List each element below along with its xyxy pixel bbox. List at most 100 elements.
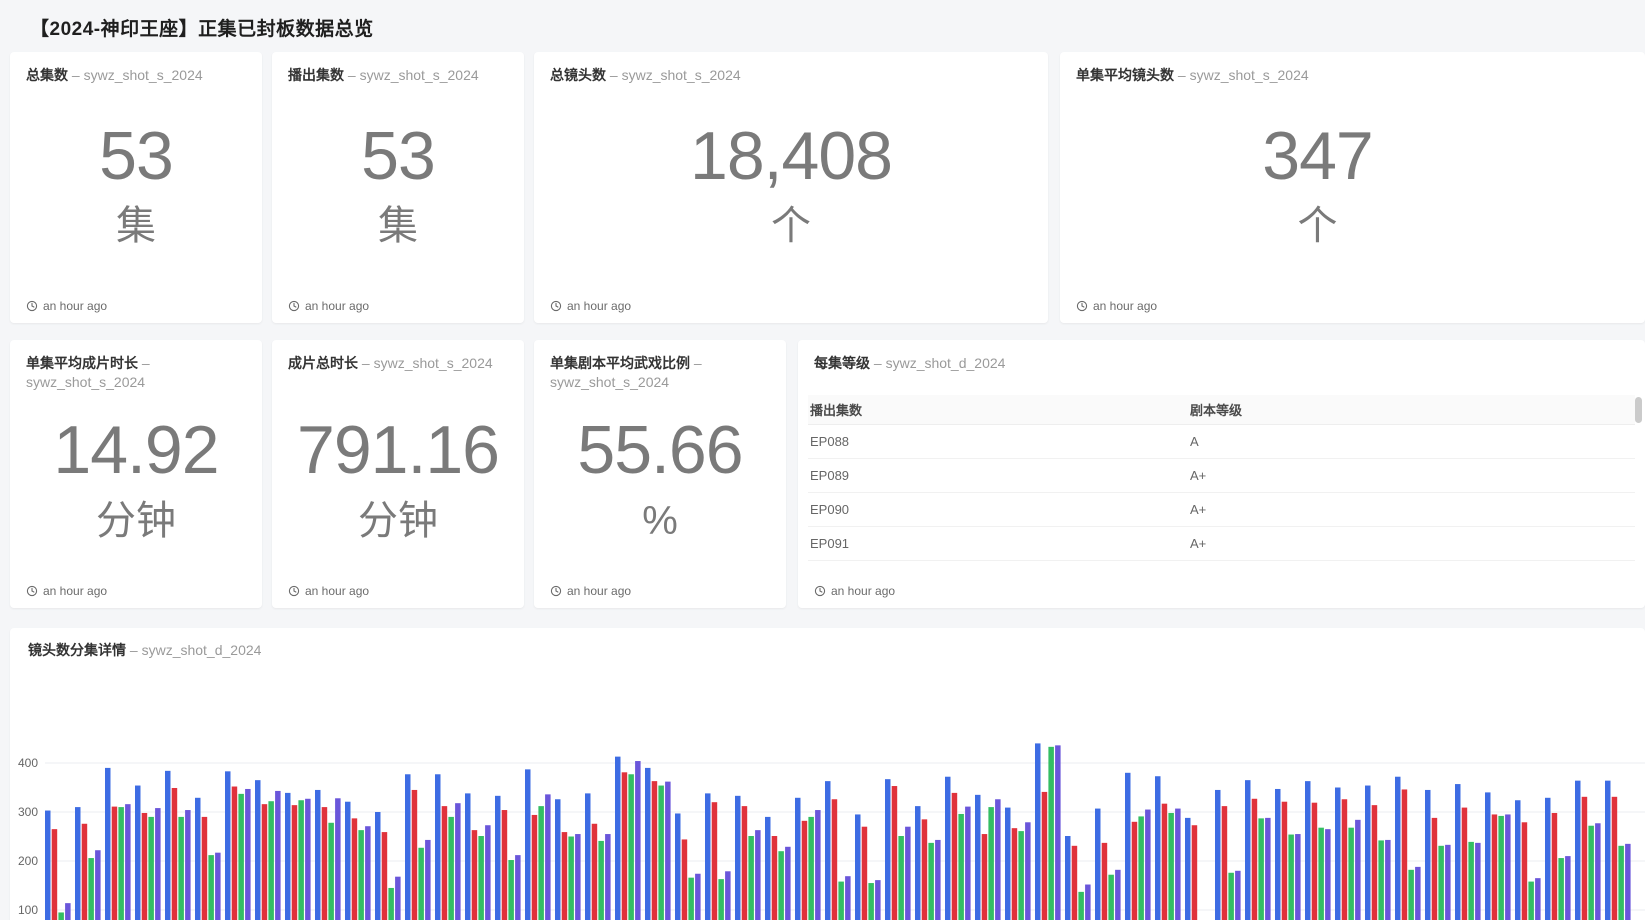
- table-scrollbar-thumb[interactable]: [1635, 397, 1642, 423]
- bar-red[interactable]: [322, 807, 328, 920]
- bar-blue[interactable]: [1245, 780, 1251, 920]
- bar-blue[interactable]: [1515, 800, 1521, 920]
- bar-green[interactable]: [448, 817, 454, 920]
- bar-red[interactable]: [502, 810, 508, 920]
- bar-red[interactable]: [82, 824, 88, 920]
- bar-red[interactable]: [1582, 797, 1588, 920]
- bar-blue[interactable]: [165, 771, 171, 920]
- bar-red[interactable]: [832, 799, 838, 920]
- bar-green[interactable]: [1018, 831, 1024, 920]
- bar-red[interactable]: [172, 788, 178, 920]
- bar-green[interactable]: [1588, 826, 1594, 920]
- bar-purple[interactable]: [1325, 829, 1331, 920]
- bar-blue[interactable]: [465, 793, 471, 920]
- bar-green[interactable]: [1108, 875, 1114, 920]
- bar-green[interactable]: [958, 814, 964, 920]
- bar-purple[interactable]: [1025, 822, 1031, 920]
- bar-blue[interactable]: [1395, 777, 1401, 920]
- bar-purple[interactable]: [1415, 867, 1421, 920]
- bar-red[interactable]: [532, 815, 538, 920]
- bar-purple[interactable]: [1055, 745, 1061, 920]
- bar-blue[interactable]: [1095, 809, 1101, 920]
- bar-red[interactable]: [262, 804, 268, 920]
- bar-red[interactable]: [1252, 799, 1258, 920]
- bar-blue[interactable]: [675, 813, 681, 920]
- bar-green[interactable]: [1408, 870, 1414, 920]
- bar-red[interactable]: [1432, 818, 1438, 920]
- bar-green[interactable]: [238, 794, 244, 920]
- bar-green[interactable]: [1048, 747, 1054, 920]
- bar-purple[interactable]: [665, 782, 671, 920]
- bar-purple[interactable]: [875, 880, 881, 920]
- column-header-grade[interactable]: 剧本等级: [1188, 395, 1635, 424]
- shots-bar-chart[interactable]: 100200300400: [10, 683, 1645, 920]
- bar-purple[interactable]: [215, 853, 221, 920]
- bar-red[interactable]: [862, 827, 868, 920]
- bar-red[interactable]: [292, 805, 298, 920]
- bar-green[interactable]: [268, 801, 274, 920]
- bar-blue[interactable]: [525, 769, 531, 920]
- bar-red[interactable]: [1402, 789, 1408, 920]
- bar-blue[interactable]: [225, 771, 231, 920]
- bar-blue[interactable]: [825, 781, 831, 920]
- bar-red[interactable]: [1012, 828, 1018, 920]
- bar-green[interactable]: [298, 800, 304, 920]
- bar-red[interactable]: [1522, 822, 1528, 920]
- bar-blue[interactable]: [435, 774, 441, 920]
- bar-green[interactable]: [1318, 828, 1324, 920]
- bar-blue[interactable]: [945, 777, 951, 920]
- bar-red[interactable]: [982, 834, 988, 920]
- bar-blue[interactable]: [1425, 790, 1431, 920]
- bar-red[interactable]: [622, 772, 628, 920]
- bar-blue[interactable]: [705, 793, 711, 920]
- bar-green[interactable]: [1348, 828, 1354, 920]
- bar-green[interactable]: [178, 817, 184, 920]
- bar-purple[interactable]: [1145, 810, 1151, 920]
- bar-green[interactable]: [658, 786, 664, 920]
- bar-blue[interactable]: [135, 786, 141, 920]
- bar-green[interactable]: [1528, 882, 1534, 920]
- bar-purple[interactable]: [1385, 840, 1391, 920]
- bar-blue[interactable]: [645, 768, 651, 920]
- bar-purple[interactable]: [1595, 823, 1601, 920]
- bar-purple[interactable]: [995, 799, 1001, 920]
- bar-blue[interactable]: [1185, 818, 1191, 920]
- bar-blue[interactable]: [1065, 836, 1071, 920]
- bar-red[interactable]: [682, 839, 688, 920]
- bar-red[interactable]: [1042, 792, 1048, 920]
- bar-blue[interactable]: [1485, 792, 1491, 920]
- bar-green[interactable]: [808, 817, 814, 920]
- bar-red[interactable]: [1462, 808, 1468, 920]
- bar-purple[interactable]: [695, 874, 701, 920]
- column-header-episode[interactable]: 播出集数: [808, 395, 1188, 424]
- bar-green[interactable]: [1438, 846, 1444, 920]
- bar-green[interactable]: [898, 836, 904, 920]
- bar-red[interactable]: [772, 836, 778, 920]
- bar-purple[interactable]: [905, 827, 911, 920]
- bar-purple[interactable]: [335, 798, 341, 920]
- bar-purple[interactable]: [575, 834, 581, 920]
- bar-red[interactable]: [1222, 806, 1228, 920]
- bar-red[interactable]: [442, 806, 448, 920]
- bar-purple[interactable]: [95, 850, 101, 920]
- bar-red[interactable]: [922, 819, 928, 920]
- bar-green[interactable]: [538, 806, 544, 920]
- bar-green[interactable]: [1558, 858, 1564, 920]
- bar-red[interactable]: [652, 781, 658, 920]
- bar-red[interactable]: [802, 821, 808, 920]
- bar-blue[interactable]: [75, 807, 81, 920]
- bar-red[interactable]: [202, 817, 208, 920]
- bar-purple[interactable]: [545, 794, 551, 920]
- bar-green[interactable]: [1168, 813, 1174, 920]
- bar-blue[interactable]: [915, 806, 921, 920]
- bar-blue[interactable]: [315, 790, 321, 920]
- bar-blue[interactable]: [1335, 788, 1341, 920]
- bar-red[interactable]: [592, 824, 598, 920]
- bar-blue[interactable]: [735, 796, 741, 920]
- bar-purple[interactable]: [1535, 878, 1541, 920]
- bar-red[interactable]: [1312, 803, 1318, 920]
- bar-blue[interactable]: [195, 798, 201, 920]
- bar-blue[interactable]: [1305, 781, 1311, 920]
- bar-red[interactable]: [1072, 846, 1078, 920]
- bar-green[interactable]: [1228, 873, 1234, 920]
